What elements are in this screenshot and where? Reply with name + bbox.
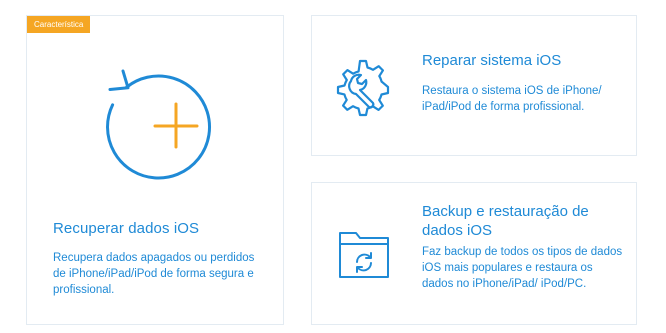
backup-card-title: Backup e restauração de dados iOS bbox=[422, 203, 589, 239]
folder-sync-icon bbox=[339, 232, 389, 278]
repair-card-title: Reparar sistema iOS bbox=[422, 52, 562, 69]
recover-card-description: Recupera dados apagados ou perdidos de i… bbox=[53, 252, 255, 296]
backup-card-description: Faz backup de todos os tipos de dados iO… bbox=[422, 246, 623, 290]
backup-restore-card[interactable]: Backup e restauração de dados iOS Faz ba… bbox=[311, 182, 637, 325]
feature-panel: Característica Recuperar dados iOS Recup… bbox=[0, 0, 666, 333]
circular-arrow-plus-icon bbox=[106, 69, 211, 180]
gear-wrench-icon bbox=[336, 59, 390, 117]
feature-badge: Característica bbox=[27, 16, 91, 33]
recover-card-title: Recuperar dados iOS bbox=[53, 220, 200, 237]
repair-ios-system-card[interactable]: Reparar sistema iOS Restaura o sistema i… bbox=[311, 15, 637, 156]
recover-ios-data-card[interactable]: Característica Recuperar dados iOS Recup… bbox=[26, 15, 284, 325]
repair-card-description: Restaura o sistema iOS de iPhone/ iPad/i… bbox=[422, 85, 602, 113]
